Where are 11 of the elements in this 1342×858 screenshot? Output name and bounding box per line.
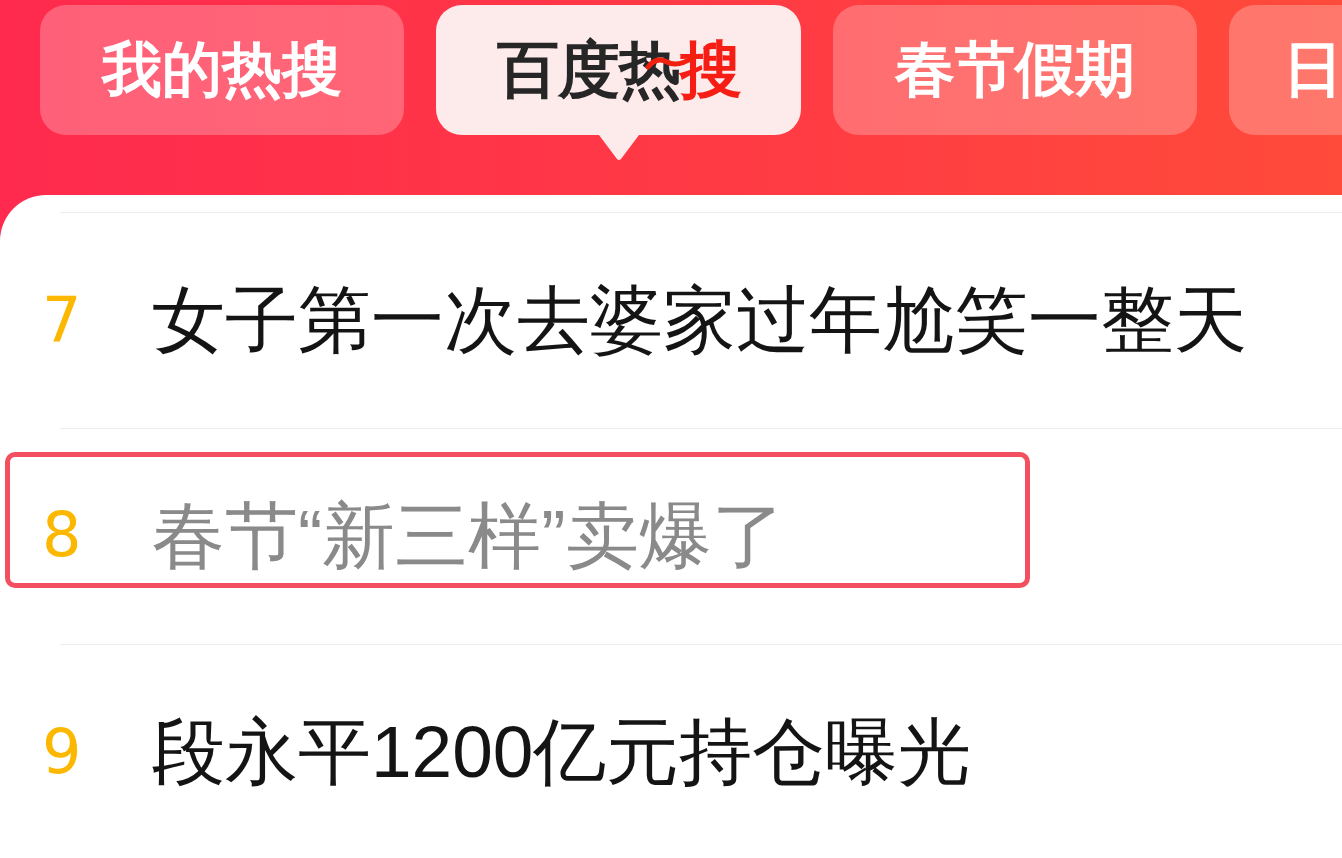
- tab[interactable]: 百度热搜: [436, 5, 801, 135]
- tab[interactable]: 春节假期: [833, 5, 1197, 135]
- headline-link[interactable]: 春节“新三样”卖爆了: [152, 498, 785, 572]
- tab[interactable]: 日: [1229, 5, 1342, 135]
- headline-link[interactable]: 女子第一次去婆家过年尬笑一整天: [152, 283, 1247, 356]
- tab[interactable]: 我的热搜: [40, 5, 404, 135]
- rank-number: 7: [42, 288, 83, 351]
- tab-pointer-icon: [598, 135, 639, 161]
- rank-number: 8: [42, 504, 83, 566]
- rank-number: 9: [42, 720, 83, 783]
- headline-link[interactable]: 段永平1200亿元持仓曝光: [152, 715, 972, 788]
